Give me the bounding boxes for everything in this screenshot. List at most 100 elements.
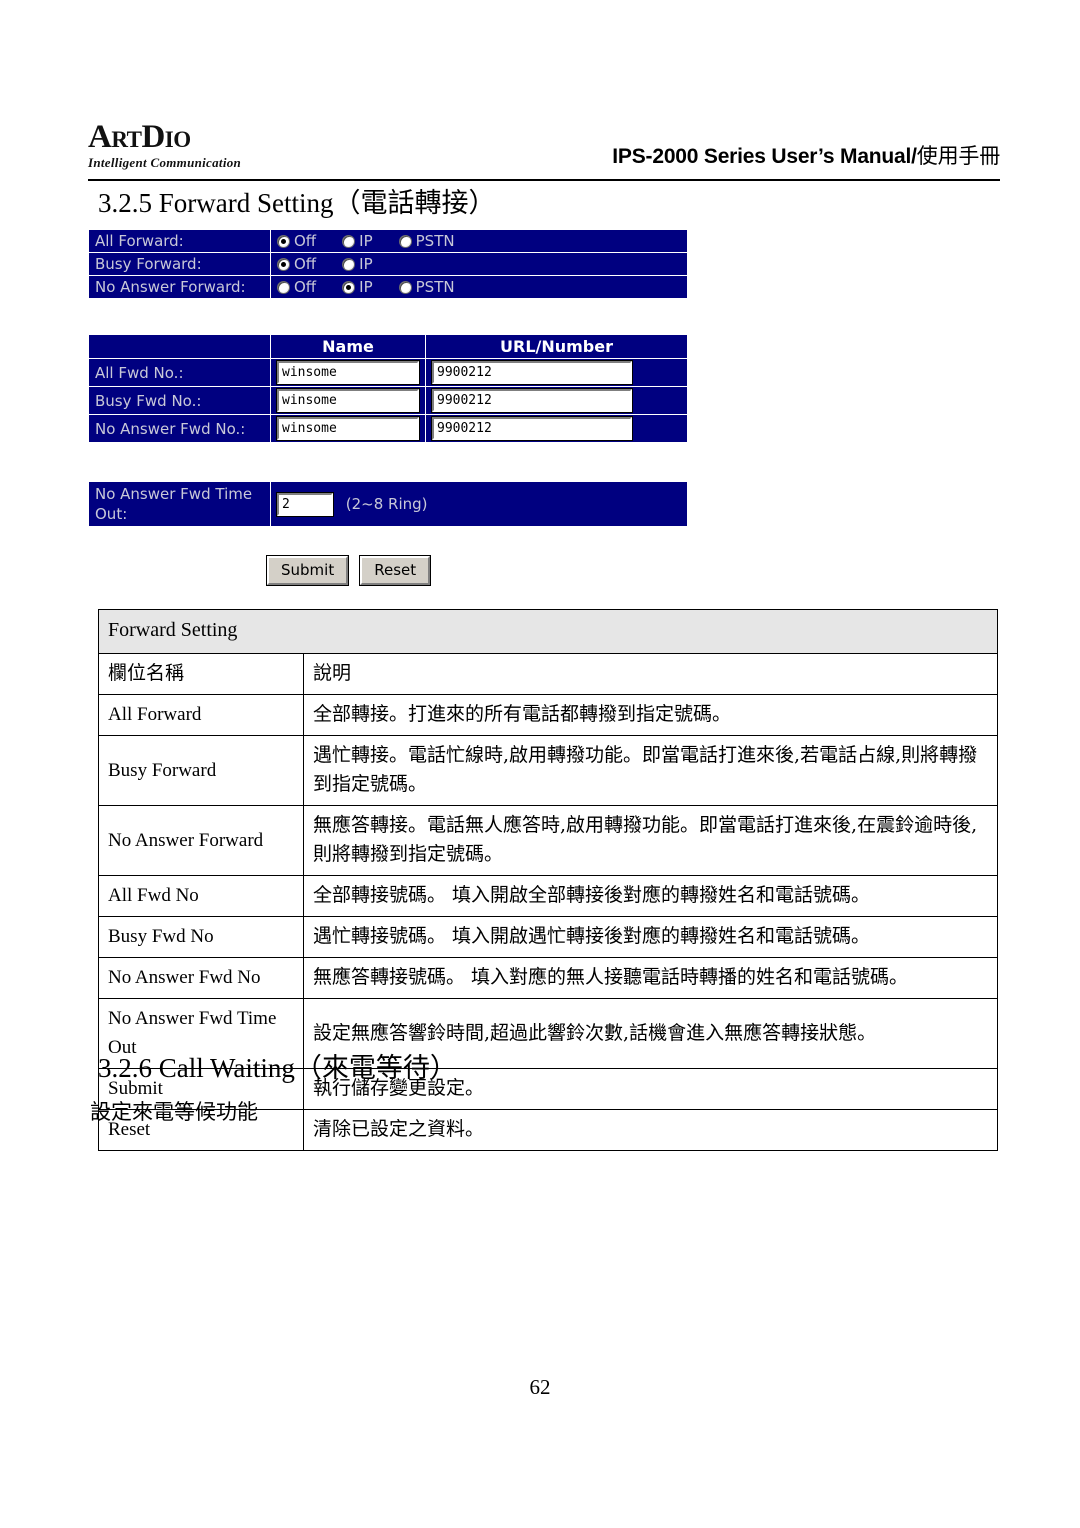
description-term: Busy Fwd No	[98, 916, 304, 958]
radio-option[interactable]: IP	[342, 232, 373, 250]
table-row: Busy Fwd No 遇忙轉接號碼。 填入開啟遇忙轉接後對應的轉撥姓名和電話號碼…	[98, 916, 998, 958]
table-row: No Answer Fwd No 無應答轉接號碼。 填入對應的無人接聽電話時轉播的…	[98, 957, 998, 999]
forward-name-input[interactable]	[276, 360, 420, 385]
radio-button-icon[interactable]	[277, 234, 290, 248]
table-header-row: Name URL/Number	[88, 334, 688, 359]
logo-wordmark: ArtDio	[88, 119, 191, 155]
document-title-cjk: 使用手冊	[916, 144, 1000, 168]
forward-name-input[interactable]	[276, 416, 420, 441]
column-header-url-number: URL/Number	[425, 334, 688, 359]
description-text: 遇忙轉接號碼。 填入開啟遇忙轉接後對應的轉撥姓名和電話號碼。	[303, 916, 998, 958]
radio-option[interactable]: Off	[277, 233, 316, 249]
number-table-blank-header	[88, 334, 271, 359]
forward-number-label: No Answer Fwd No.:	[88, 414, 271, 443]
timeout-input[interactable]	[276, 491, 334, 517]
description-text: 全部轉接。打進來的所有電話都轉撥到指定號碼。	[303, 694, 998, 736]
forward-url-cell	[425, 414, 688, 443]
description-text: 無應答轉接號碼。 填入對應的無人接聽電話時轉播的姓名和電話號碼。	[303, 957, 998, 999]
radio-option-label: PSTN	[415, 278, 455, 296]
radio-button-icon[interactable]	[342, 257, 356, 271]
call-waiting-body-text: 設定來電等候功能	[90, 1100, 258, 1124]
document-title-en: IPS-2000 Series User’s Manual/	[612, 145, 917, 168]
radio-button-icon[interactable]	[342, 280, 356, 294]
forward-url-input[interactable]	[431, 416, 633, 441]
header-divider	[88, 179, 1000, 181]
radio-button-icon[interactable]	[342, 234, 356, 248]
radio-option-label: IP	[359, 255, 373, 273]
description-text: 遇忙轉接。電話忙線時,啟用轉撥功能。即當電話打進來後,若電話占線,則將轉撥到指定…	[303, 735, 998, 806]
forward-number-row: No Answer Fwd No.:	[88, 414, 688, 443]
timeout-label: No Answer Fwd Time Out:	[88, 481, 271, 527]
radio-option[interactable]: PSTN	[398, 232, 455, 250]
forward-url-input[interactable]	[431, 388, 633, 413]
forward-number-row: All Fwd No.:	[88, 358, 688, 387]
description-term: No Answer Fwd No	[98, 957, 304, 999]
radio-button-icon[interactable]	[398, 234, 412, 248]
description-table-header-row: 欄位名稱 說明	[98, 653, 998, 695]
forward-url-cell	[425, 358, 688, 387]
timeout-value-cell: (2~8 Ring)	[270, 481, 688, 527]
radio-option-label: Off	[294, 278, 317, 296]
radio-option[interactable]: Off	[277, 256, 316, 272]
forward-mode-options: Off IP	[270, 252, 688, 276]
description-term: All Fwd No	[98, 875, 304, 917]
forward-mode-table: All Forward: Off IP PSTN Busy Forward: Off IP N…	[88, 229, 688, 299]
description-term: All Forward	[98, 694, 304, 736]
forward-mode-row: All Forward: Off IP PSTN	[88, 229, 688, 253]
forward-url-input[interactable]	[431, 360, 633, 385]
radio-group: Off IP	[277, 256, 681, 272]
forward-number-table: Name URL/Number All Fwd No.:Busy Fwd No.…	[88, 334, 688, 443]
table-row: No Answer Forward 無應答轉接。電話無人應答時,啟用轉撥功能。即當…	[98, 805, 998, 876]
section-heading-call-waiting: 3.2.6 Call Waiting（來電等待）	[98, 1053, 457, 1083]
radio-option[interactable]: PSTN	[398, 278, 455, 296]
artdio-logo: ArtDio Intelligent Communication	[88, 120, 278, 170]
radio-option-label: PSTN	[415, 232, 455, 250]
forward-mode-row: No Answer Forward: Off IP PSTN	[88, 275, 688, 299]
description-table-title-row: Forward Setting	[98, 609, 998, 654]
forward-mode-options: Off IP PSTN	[270, 229, 688, 253]
radio-option[interactable]: Off	[277, 279, 316, 295]
radio-group: Off IP PSTN	[277, 233, 681, 249]
page-header: ArtDio Intelligent Communication IPS-200…	[88, 118, 1000, 180]
table-row: All Fwd No 全部轉接號碼。 填入開啟全部轉接後對應的轉撥姓名和電話號碼。	[98, 875, 998, 917]
forward-number-label: Busy Fwd No.:	[88, 386, 271, 415]
radio-option-label: IP	[359, 232, 373, 250]
submit-button[interactable]: Submit	[265, 555, 350, 586]
description-text: 全部轉接號碼。 填入開啟全部轉接後對應的轉撥姓名和電話號碼。	[303, 875, 998, 917]
description-term: No Answer Forward	[98, 805, 304, 876]
radio-option[interactable]: IP	[342, 278, 373, 296]
forward-number-row: Busy Fwd No.:	[88, 386, 688, 415]
column-header-field-name: 欄位名稱	[98, 653, 304, 695]
forward-name-cell	[270, 414, 426, 443]
radio-button-icon[interactable]	[277, 257, 290, 271]
radio-option-label: Off	[294, 255, 317, 273]
column-header-description: 說明	[303, 653, 998, 695]
forward-timeout-table: No Answer Fwd Time Out: (2~8 Ring)	[88, 481, 688, 527]
forward-mode-label: No Answer Forward:	[88, 275, 271, 299]
timeout-row: No Answer Fwd Time Out: (2~8 Ring)	[88, 481, 688, 527]
table-row: All Forward 全部轉接。打進來的所有電話都轉撥到指定號碼。	[98, 694, 998, 736]
forward-mode-label: Busy Forward:	[88, 252, 271, 276]
column-header-name: Name	[270, 334, 426, 359]
radio-button-icon[interactable]	[277, 280, 290, 294]
section-heading-forward-setting: 3.2.5 Forward Setting（電話轉接）	[98, 188, 496, 218]
description-text: 清除已設定之資料。	[303, 1109, 998, 1151]
forward-name-input[interactable]	[276, 388, 420, 413]
forward-mode-label: All Forward:	[88, 229, 271, 253]
radio-option-label: IP	[359, 278, 373, 296]
radio-button-icon[interactable]	[398, 280, 412, 294]
forward-name-cell	[270, 358, 426, 387]
description-table-title: Forward Setting	[98, 609, 998, 654]
form-button-row: Submit Reset	[265, 555, 432, 586]
logo-tagline: Intelligent Communication	[88, 155, 242, 170]
reset-button[interactable]: Reset	[359, 555, 432, 586]
document-title: IPS-2000 Series User’s Manual/使用手冊	[612, 140, 1000, 170]
forward-mode-row: Busy Forward: Off IP	[88, 252, 688, 276]
description-text: 無應答轉接。電話無人應答時,啟用轉撥功能。即當電話打進來後,在震鈴逾時後,則將轉…	[303, 805, 998, 876]
description-term: Busy Forward	[98, 735, 304, 806]
page-number: 62	[529, 1375, 551, 1399]
radio-option[interactable]: IP	[342, 255, 373, 273]
radio-group: Off IP PSTN	[277, 279, 681, 295]
radio-option-label: Off	[294, 232, 317, 250]
forward-mode-options: Off IP PSTN	[270, 275, 688, 299]
